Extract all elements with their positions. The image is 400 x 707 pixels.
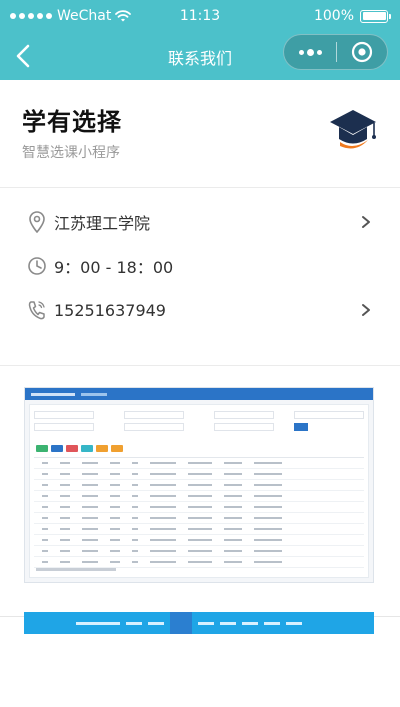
battery-percent: 100% [313, 8, 354, 24]
preview-header-bar [25, 388, 373, 400]
preview-body [29, 404, 369, 578]
status-bar: WeChat 11:13 100% [0, 0, 400, 32]
preview-action-buttons [36, 445, 123, 452]
more-button[interactable] [284, 35, 336, 69]
mini-program-capsule [283, 34, 388, 70]
admin-screenshot-image [24, 387, 374, 583]
hours-text: 9：00 - 18：00 [54, 258, 174, 277]
hours-row: 9：00 - 18：00 [0, 244, 400, 288]
preview-table-row [34, 480, 364, 491]
brand-header: 学有选择 智慧选课小程序 [0, 80, 400, 188]
preview-table-row [34, 458, 364, 469]
graduation-cap-icon [330, 110, 376, 149]
clock-icon [26, 255, 48, 277]
brand-name: 学有选择 [22, 108, 122, 136]
preview-table-row [34, 502, 364, 513]
preview-table-row [34, 491, 364, 502]
phone-text: 15251637949 [54, 300, 166, 320]
chevron-right-icon [362, 216, 370, 228]
address-text: 江苏理工学院 [54, 214, 151, 233]
preview-filter-area [34, 409, 364, 433]
more-dots-icon [298, 49, 304, 55]
preview-table-row [34, 535, 364, 546]
close-button[interactable] [337, 35, 387, 69]
address-row[interactable]: 江苏理工学院 [0, 200, 400, 244]
phone-row[interactable]: 15251637949 [0, 288, 400, 332]
preview-table-row [34, 546, 364, 557]
preview-table-row [34, 469, 364, 480]
phone-icon [26, 299, 48, 321]
brand-subtitle: 智慧选课小程序 [22, 145, 120, 161]
top-bar: WeChat 11:13 100% 联系我们 [0, 0, 400, 80]
preview-pagination [36, 568, 116, 571]
preview-table [34, 457, 364, 575]
nav-bar: 联系我们 [0, 32, 400, 80]
target-close-icon [351, 41, 373, 63]
admin-footer-image [24, 612, 374, 634]
preview-table-row [34, 524, 364, 535]
status-right: 100% [313, 8, 391, 24]
chevron-right-icon [362, 304, 370, 316]
preview-table-row [34, 513, 364, 524]
location-pin-icon [26, 211, 48, 233]
preview-table-row [34, 557, 364, 568]
contact-info-list: 江苏理工学院 9：00 - 18：00 15251637949 [0, 188, 400, 366]
battery-icon [360, 9, 391, 23]
